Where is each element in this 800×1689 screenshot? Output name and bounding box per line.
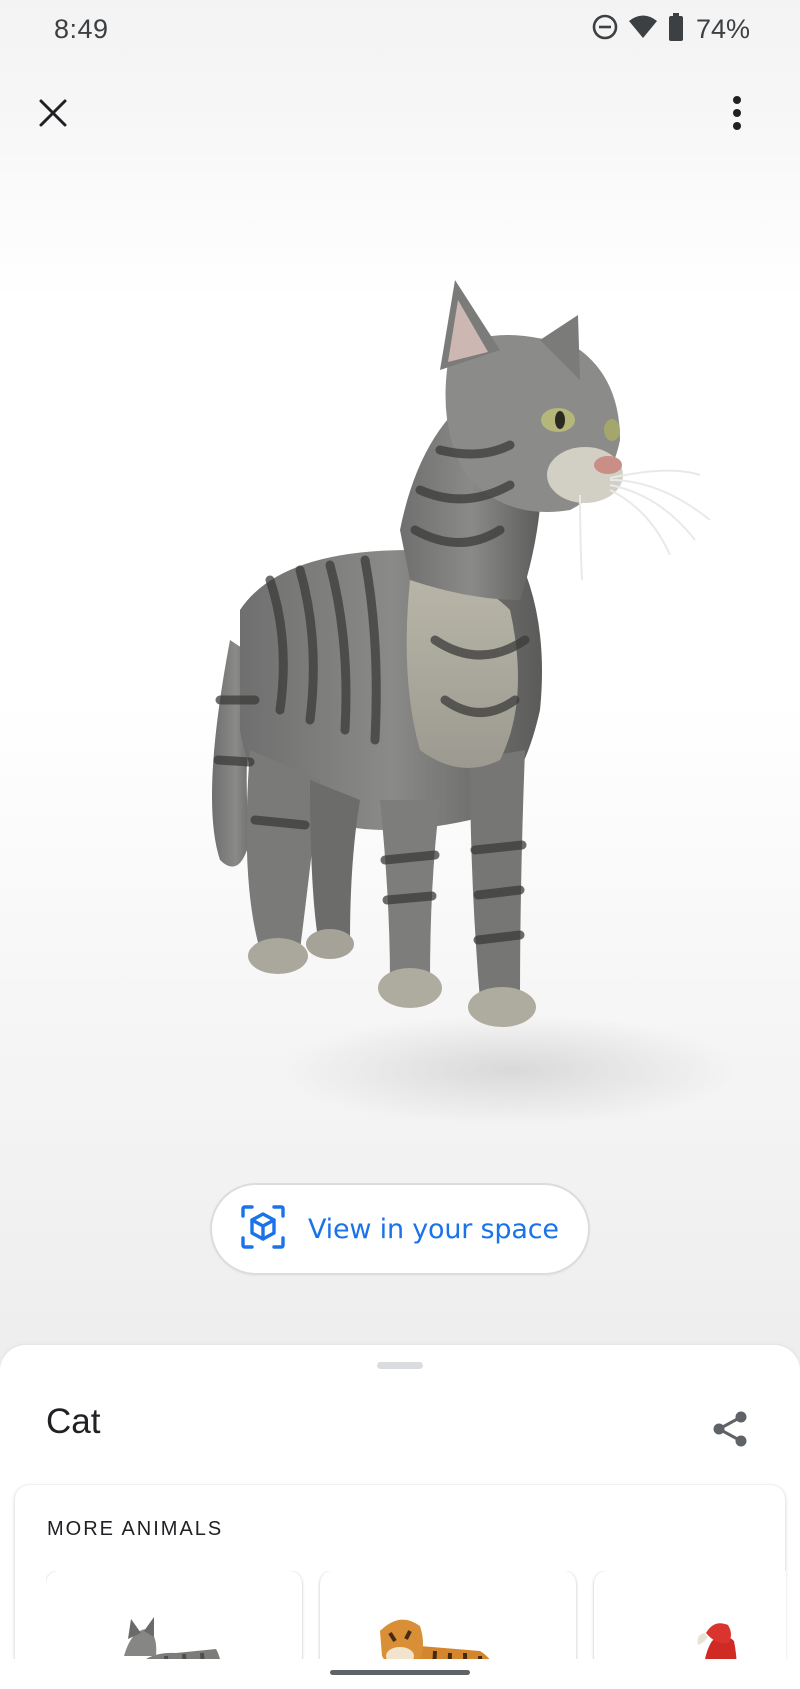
view-in-your-space-label: View in your space bbox=[308, 1213, 559, 1245]
sheet-drag-handle[interactable] bbox=[377, 1362, 423, 1369]
more-animals-heading: MORE ANIMALS bbox=[47, 1518, 224, 1540]
ar-model-viewer-screen: 8:49 74% View in your space Cat MORE ANI… bbox=[0, 0, 800, 1689]
status-time: 8:49 bbox=[54, 14, 109, 44]
cat-3d-model[interactable] bbox=[180, 280, 780, 1180]
do-not-disturb-icon bbox=[592, 14, 618, 45]
battery-icon bbox=[668, 12, 684, 46]
share-button[interactable] bbox=[706, 1407, 754, 1455]
close-icon bbox=[38, 98, 68, 133]
navigation-bar bbox=[0, 1659, 800, 1689]
bottom-sheet: Cat MORE ANIMALS bbox=[0, 1345, 800, 1689]
model-title: Cat bbox=[46, 1402, 101, 1441]
more-options-button[interactable] bbox=[710, 88, 764, 142]
view-in-your-space-button[interactable]: View in your space bbox=[210, 1183, 590, 1275]
more-vert-icon bbox=[731, 95, 743, 136]
home-indicator[interactable] bbox=[330, 1670, 470, 1675]
view-in-ar-icon bbox=[240, 1204, 286, 1255]
wifi-icon bbox=[628, 14, 658, 45]
share-icon bbox=[710, 1409, 750, 1454]
close-button[interactable] bbox=[26, 88, 80, 142]
status-bar: 8:49 74% bbox=[0, 0, 800, 58]
status-icons: 74% bbox=[592, 12, 750, 46]
battery-percent: 74% bbox=[695, 13, 750, 44]
